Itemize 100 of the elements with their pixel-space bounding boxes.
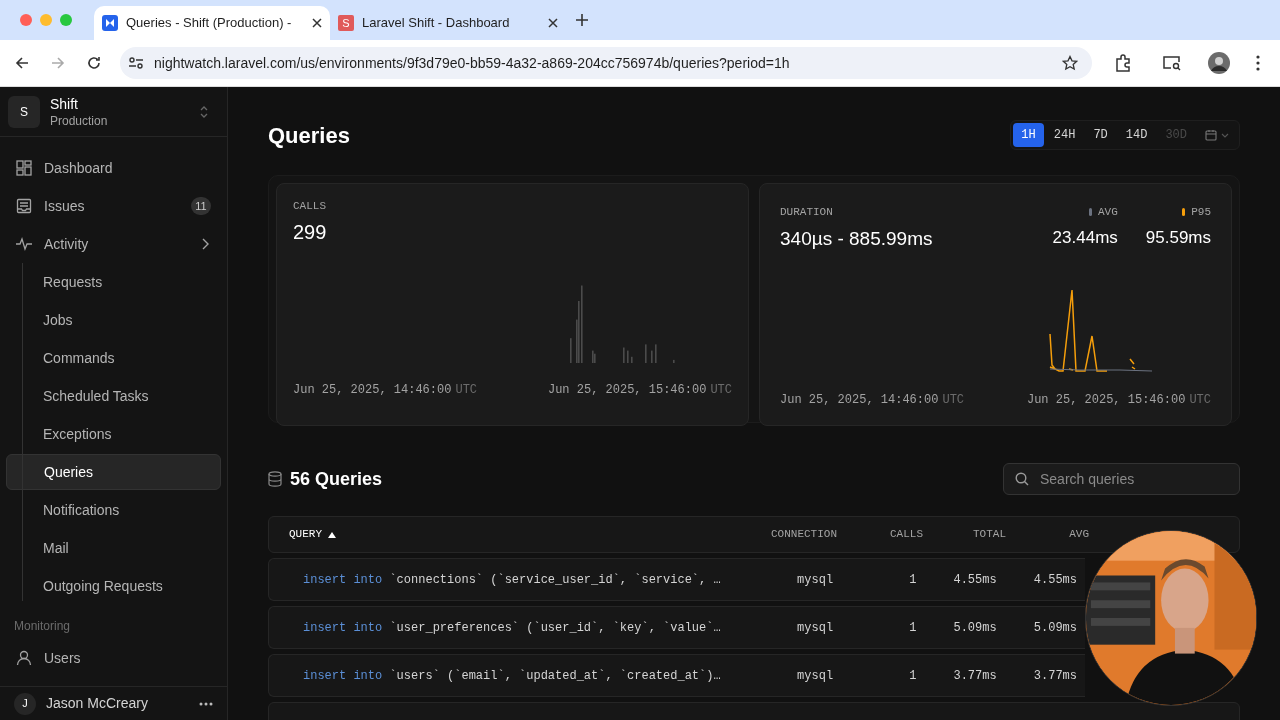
table-row[interactable]: insert into `user_preferences` (`user_id`, `key`, `value`… mysql 1 5.09ms 5.09ms <box>268 606 1085 649</box>
column-header[interactable]: CONNECTION <box>717 526 837 543</box>
sidebar-item[interactable]: Outgoing Requests <box>6 568 221 604</box>
sidebar-item[interactable]: Notifications <box>6 492 221 528</box>
timezone-label: UTC <box>942 392 965 409</box>
search-field[interactable]: Search queries <box>1003 463 1240 495</box>
back-icon[interactable] <box>14 55 30 71</box>
inbox-icon <box>16 198 32 214</box>
table-cell-text: 1 <box>908 667 917 685</box>
user-icon <box>16 650 32 666</box>
url-text: nightwatch.laravel.com/us/environments/9f3d79e0-bb59-4a32-a869-204cc756974b/queries?period=1h <box>154 53 791 73</box>
browser-tab[interactable]: Queries - Shift (Production) - <box>94 6 330 40</box>
address-bar[interactable]: nightwatch.laravel.com/us/environments/9f3d79e0-bb59-4a32-a869-204cc756974b/queries?period=1h <box>120 47 1092 79</box>
period-tab[interactable]: 24H <box>1045 123 1084 147</box>
table-cell-text: 3.77ms <box>1032 667 1077 685</box>
period-tab[interactable]: 1H <box>1013 123 1044 147</box>
environment-name: Production <box>50 112 109 129</box>
sidebar-item[interactable]: Scheduled Tasks <box>6 378 221 414</box>
window-control-icon <box>20 14 32 26</box>
timezone-label: UTC <box>455 381 478 399</box>
sidebar-item[interactable]: Requests <box>6 264 221 300</box>
stat-label: DURATION <box>780 205 834 220</box>
table-cell-text: mysql <box>796 571 834 589</box>
query-text: insert into `user_preferences` (`user_id`, `key`, `value`… <box>303 619 721 637</box>
sort-ascending-icon <box>328 531 336 538</box>
count-badge: 11 <box>191 197 211 215</box>
stat-value: 340µs - 885.99ms <box>780 226 933 251</box>
dashboard-grid-icon <box>16 160 32 176</box>
browser-tab[interactable]: S Laravel Shift - Dashboard <box>330 6 566 40</box>
database-icon <box>268 471 282 487</box>
section-title: 56 Queries <box>290 467 383 491</box>
table-row[interactable]: insert into `connections` (`service_user_id`, `service`, … mysql 1 4.55ms 4.55ms <box>268 558 1085 601</box>
query-text: insert into `users` (`email`, `updated_at`, `created_at`)… <box>303 667 721 685</box>
more-icon[interactable] <box>1256 55 1260 71</box>
calendar-icon <box>1205 129 1217 141</box>
table-cell-text: mysql <box>796 667 834 685</box>
org-avatar: S <box>8 95 40 128</box>
sidebar-item[interactable]: Issues 11 <box>6 188 221 224</box>
screen-search-icon[interactable] <box>1162 55 1182 71</box>
close-icon[interactable] <box>312 18 322 28</box>
new-tab-icon[interactable] <box>576 14 588 26</box>
sidebar-item[interactable]: Commands <box>6 340 221 376</box>
timestamp: Jun 25, 2025, 14:46:00 <box>780 392 939 409</box>
query-text: insert into `connections` (`service_user_id`, `service`, … <box>303 571 721 589</box>
more-icon[interactable] <box>199 701 213 706</box>
tab-title: Laravel Shift - Dashboard <box>362 14 511 33</box>
timezone-label: UTC <box>710 381 732 399</box>
sidebar-item[interactable]: Dashboard <box>6 150 221 186</box>
table-cell-text: 1 <box>908 571 917 589</box>
sidebar-item[interactable]: Activity <box>6 226 221 262</box>
environment-switcher[interactable]: S Shift Production <box>0 87 227 137</box>
user-avatar: J <box>14 692 36 715</box>
section-heading: Monitoring <box>13 618 72 635</box>
table-cell-text: mysql <box>796 619 834 637</box>
window-control-icon <box>40 14 52 26</box>
timezone-label: UTC <box>1189 392 1211 409</box>
profile-avatar-icon[interactable] <box>1208 52 1230 74</box>
user-name: Jason McCreary <box>46 694 149 713</box>
timestamp: Jun 25, 2025, 14:46:00 <box>293 381 452 399</box>
user-menu[interactable]: J Jason McCreary <box>0 686 227 720</box>
table-row[interactable]: insert into `users` (`email`, `updated_at`, `created_at`)… mysql 1 3.77ms 3.77ms <box>268 654 1085 697</box>
legend-label: P95 <box>1191 205 1211 220</box>
table-cell-text: 5.09ms <box>952 619 997 637</box>
sidebar-item[interactable]: Users <box>6 640 221 676</box>
table-cell-text: 4.55ms <box>952 571 997 589</box>
stat-value: 299 <box>293 219 328 245</box>
period-tab[interactable]: 7D <box>1085 123 1116 147</box>
column-header[interactable]: CALLS <box>837 526 923 543</box>
sidebar-item[interactable]: Jobs <box>6 302 221 338</box>
column-header[interactable]: QUERY <box>277 526 717 543</box>
chevron-updown-icon <box>199 104 209 119</box>
window-control-icon <box>60 14 72 26</box>
sidebar-item[interactable]: Exceptions <box>6 416 221 452</box>
org-name: Shift <box>50 94 79 113</box>
tab-title: Queries - Shift (Production) - <box>126 14 293 33</box>
legend-value: 95.59ms <box>1145 226 1211 249</box>
legend-value: 23.44ms <box>1052 226 1118 249</box>
search-icon <box>1015 472 1029 486</box>
table-cell-text: 4.55ms <box>1032 571 1077 589</box>
timestamp: Jun 25, 2025, 15:46:00 <box>547 381 707 399</box>
caret-icon <box>1221 132 1229 138</box>
reload-icon[interactable] <box>86 55 102 71</box>
period-tab[interactable]: 14D <box>1117 123 1156 147</box>
stat-label: CALLS <box>293 199 327 214</box>
close-icon[interactable] <box>548 18 558 28</box>
pulse-icon <box>16 236 32 252</box>
column-header[interactable]: TOTAL <box>923 526 1006 543</box>
timestamp: Jun 25, 2025, 15:46:00 <box>1026 392 1186 409</box>
chevron-right-icon <box>201 238 209 250</box>
sidebar-item[interactable]: Queries <box>6 454 221 490</box>
column-header[interactable]: AVG <box>1006 526 1089 543</box>
extensions-icon[interactable] <box>1114 54 1132 72</box>
page-title: Queries <box>268 121 350 150</box>
star-icon[interactable] <box>1062 55 1078 71</box>
table-cell-text: 5.09ms <box>1032 619 1077 637</box>
table-cell-text: 3.77ms <box>952 667 997 685</box>
site-settings-icon <box>128 55 144 71</box>
table-cell-text: 1 <box>908 619 917 637</box>
site-favicon: S <box>338 15 354 31</box>
sidebar-item[interactable]: Mail <box>6 530 221 566</box>
